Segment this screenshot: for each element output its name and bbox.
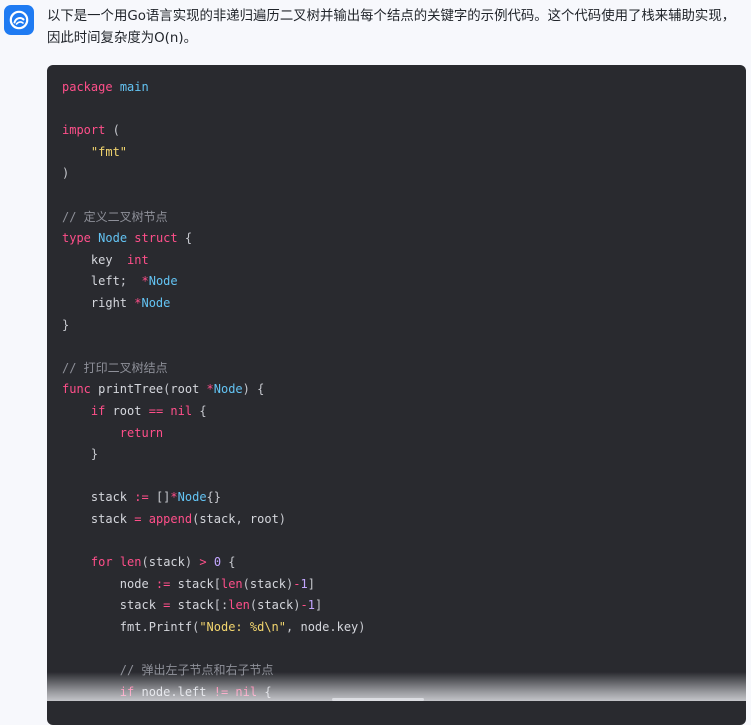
code-line: fmt.Printf("Node: %d\n", node.key) (62, 619, 366, 634)
code-line: key int (62, 252, 149, 267)
code-line: for len(stack) > 0 { (90, 555, 236, 570)
assistant-message-text: 以下是一个用Go语言实现的非递归遍历二叉树并输出每个结点的关键字的示例代码。这个… (47, 9, 736, 46)
code-line: package main (62, 80, 149, 94)
code-line: // 弹出左子节点和右子节点 (119, 663, 274, 678)
code-line: left; *Node (62, 274, 178, 289)
code-line: right *Node (62, 295, 171, 310)
code-line: if root == nil { (90, 403, 207, 418)
bot-logo-icon (9, 10, 29, 30)
code-line: if node.left != nil { (119, 684, 272, 699)
code-line: // 打印二叉树结点 (62, 360, 168, 375)
code-line: ) (62, 166, 70, 181)
code-line: } (90, 447, 99, 462)
code-line: node := stack[len(stack)-1] (62, 576, 315, 591)
code-line: import ( (62, 123, 120, 138)
bot-avatar (4, 5, 34, 35)
code-line: } (62, 317, 70, 332)
code-line: "fmt" (90, 144, 128, 159)
code-content: package main import ( "fmt") // 定义二叉树节点 typ… (62, 77, 366, 703)
code-line: return (119, 425, 164, 440)
code-line: type Node struct { (62, 231, 193, 246)
code-line: stack := []*Node{} (62, 490, 222, 505)
code-line: func printTree(root *Node) { (62, 382, 265, 397)
code-line: stack = stack[:len(stack)-1] (62, 598, 323, 613)
code-block: package main import ( "fmt") // 定义二叉树节点 typ… (47, 65, 746, 725)
code-line: // 定义二叉树节点 (62, 209, 168, 224)
code-line: stack = append(stack, root) (62, 511, 287, 526)
